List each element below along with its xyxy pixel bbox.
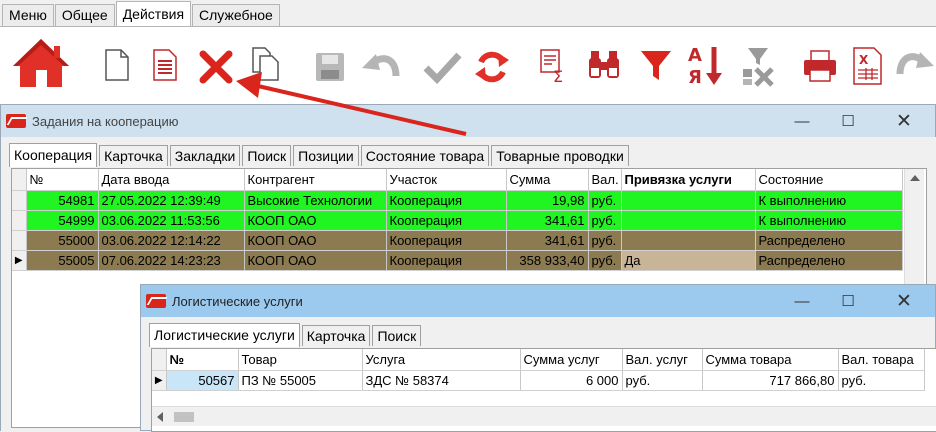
annotation-arrow-icon <box>236 72 467 136</box>
